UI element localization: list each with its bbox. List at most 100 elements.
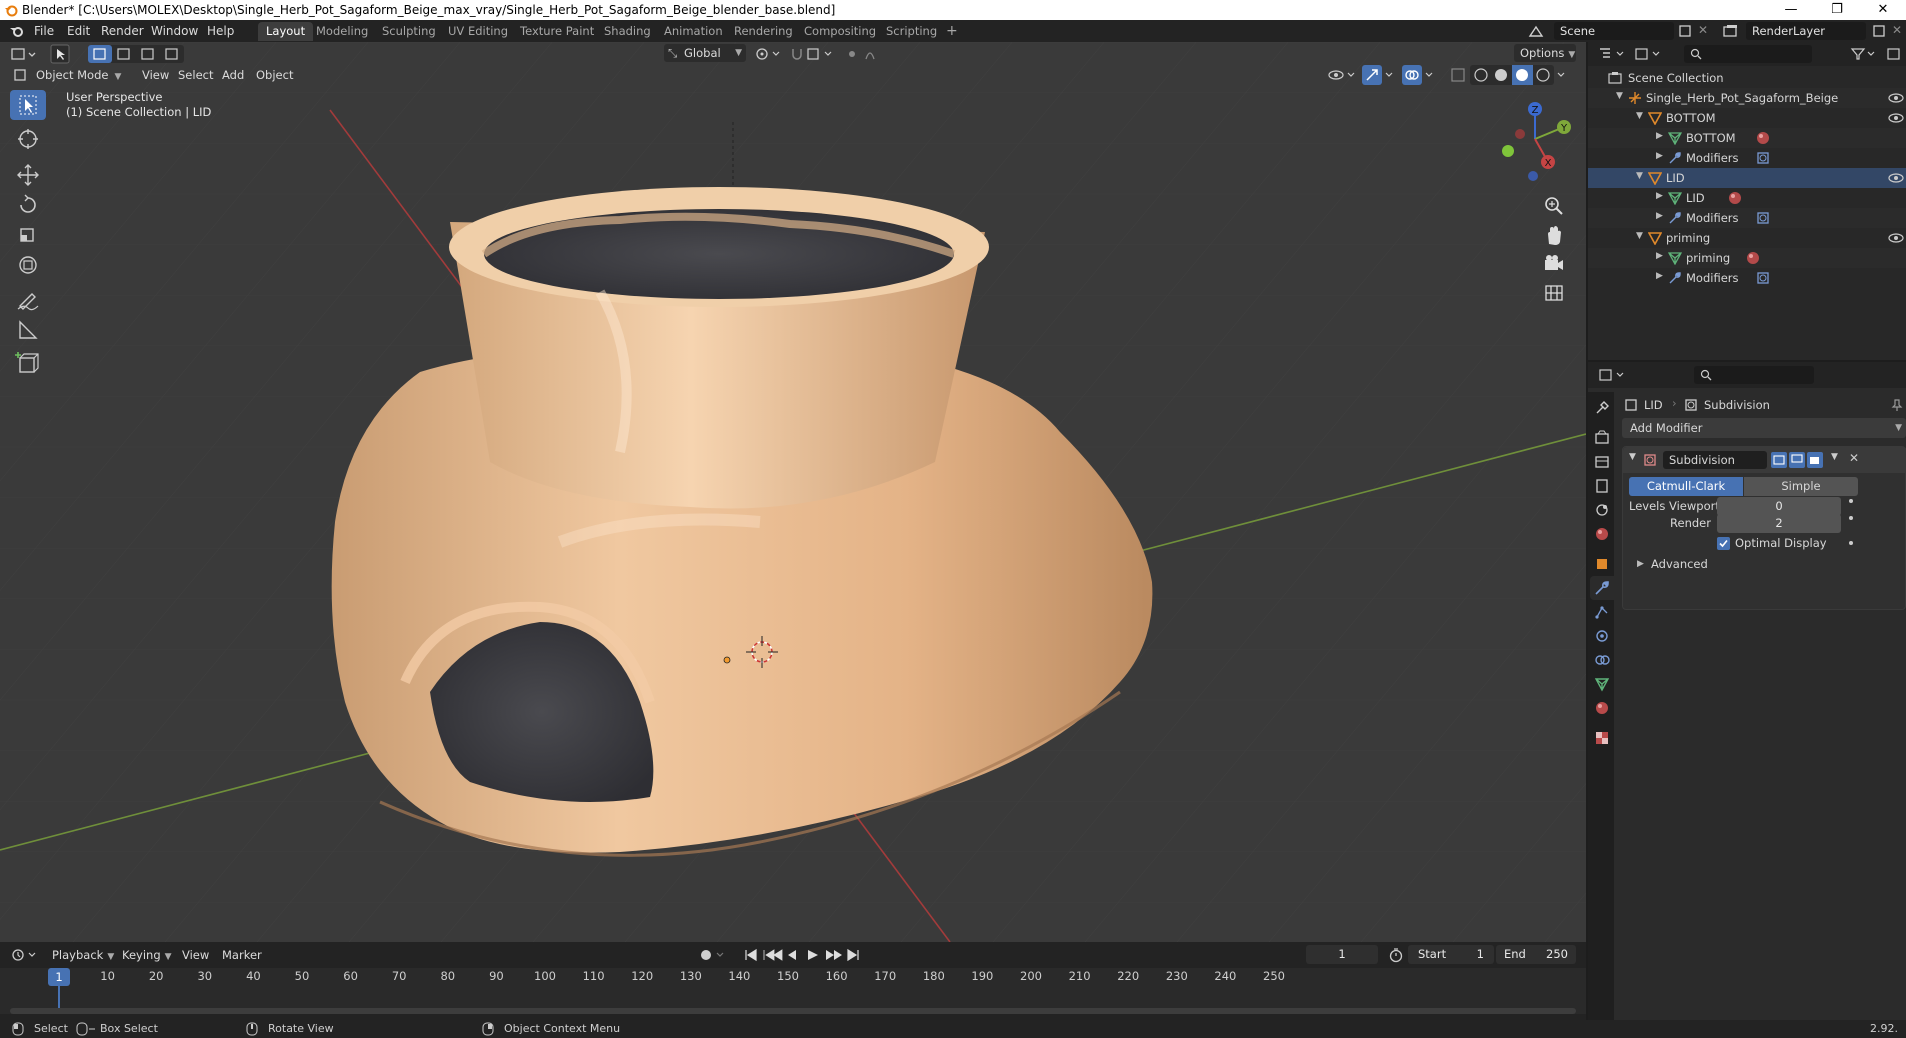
simple-button[interactable]: Simple: [1744, 477, 1858, 496]
outliner-row-lid-modifiers[interactable]: ▶ Modifiers: [1588, 208, 1906, 228]
rotate-tool[interactable]: [10, 190, 46, 220]
add-workspace-button[interactable]: +: [946, 23, 958, 39]
tab-shading[interactable]: Shading: [596, 22, 659, 41]
record-keyframes-icon[interactable]: [698, 947, 726, 963]
outliner-row-priming-modifiers[interactable]: ▶ Modifiers: [1588, 268, 1906, 288]
add-modifier-button[interactable]: Add Modifier ▼: [1622, 418, 1906, 438]
select-box-tool[interactable]: [10, 90, 46, 120]
tab-data[interactable]: [1590, 672, 1614, 696]
outliner-row-lid-object[interactable]: ▼ LID: [1588, 168, 1906, 188]
zoom-view-button[interactable]: [1540, 192, 1568, 220]
new-scene-icon[interactable]: [1678, 24, 1692, 38]
stopwatch-icon[interactable]: [1388, 947, 1404, 963]
outliner-row-bottom-modifiers[interactable]: ▶ Modifiers: [1588, 148, 1906, 168]
tab-constraints[interactable]: [1590, 648, 1614, 672]
object-mode-dropdown[interactable]: Object Mode ▼: [30, 66, 127, 84]
tab-particles[interactable]: [1590, 600, 1614, 624]
modifier-visibility-toggles[interactable]: [1771, 452, 1825, 468]
optimal-display-checkbox[interactable]: [1717, 537, 1730, 550]
modifier-name-field[interactable]: Subdivision: [1663, 451, 1767, 469]
view-menu[interactable]: View: [136, 66, 175, 84]
catmull-clark-button[interactable]: Catmull-Clark: [1629, 477, 1743, 496]
tab-world[interactable]: [1590, 522, 1614, 546]
menu-render[interactable]: Render: [101, 24, 144, 38]
options-dropdown[interactable]: Options ▼: [1514, 44, 1576, 62]
gizmo-toggle-icon[interactable]: [1362, 65, 1398, 85]
transform-orientation-dropdown[interactable]: ⤡ Global ▼: [664, 44, 746, 62]
outliner-editor-type-icon[interactable]: [1598, 46, 1626, 62]
timeline-view-menu[interactable]: View: [182, 946, 209, 964]
timeline-scrollbar[interactable]: [10, 1008, 1576, 1014]
tab-scripting[interactable]: Scripting: [878, 22, 945, 41]
annotate-tool[interactable]: [10, 284, 46, 314]
transform-tool[interactable]: [10, 250, 46, 280]
pivot-point-icon[interactable]: [754, 46, 782, 62]
shading-mode-buttons[interactable]: [1470, 65, 1570, 85]
tab-texture-paint[interactable]: Texture Paint: [512, 22, 602, 41]
menu-help[interactable]: Help: [207, 24, 234, 38]
tab-tool[interactable]: [1590, 396, 1614, 420]
remove-view-layer-icon[interactable]: ✕: [1892, 23, 1902, 37]
blender-menu-icon[interactable]: [9, 24, 24, 38]
tab-physics[interactable]: [1590, 624, 1614, 648]
move-tool[interactable]: [10, 160, 46, 190]
tab-material[interactable]: [1590, 696, 1614, 720]
tab-layout[interactable]: Layout: [258, 22, 314, 41]
tab-sculpting[interactable]: Sculpting: [374, 22, 444, 41]
ortho-toggle-button[interactable]: [1540, 278, 1568, 306]
end-frame-field[interactable]: End 250: [1496, 945, 1576, 964]
playback-menu[interactable]: Playback ▼: [52, 946, 114, 964]
outliner-search-input[interactable]: [1684, 45, 1812, 63]
tab-modifiers[interactable]: [1590, 576, 1614, 600]
properties-search-input[interactable]: [1694, 366, 1814, 384]
new-view-layer-icon[interactable]: [1872, 24, 1886, 38]
tab-uv-editing[interactable]: UV Editing: [440, 22, 516, 41]
remove-modifier-icon[interactable]: ✕: [1849, 451, 1859, 465]
display-mode-icon[interactable]: [1634, 46, 1662, 62]
select-menu[interactable]: Select: [172, 66, 219, 84]
view-layer-icon[interactable]: [1722, 24, 1738, 38]
scale-tool[interactable]: [10, 220, 46, 250]
tab-animation[interactable]: Animation: [656, 22, 731, 41]
cursor-tool[interactable]: [10, 124, 46, 154]
tab-output[interactable]: [1590, 450, 1614, 474]
navigation-gizmo[interactable]: Z Y X: [1490, 94, 1580, 184]
pan-view-button[interactable]: [1540, 222, 1568, 250]
tab-rendering[interactable]: Rendering: [726, 22, 801, 41]
visibility-filter-icon[interactable]: [1326, 66, 1358, 84]
outliner-row-bottom-mesh[interactable]: ▶ BOTTOM: [1588, 128, 1906, 148]
scene-field[interactable]: Scene: [1554, 22, 1674, 40]
outliner-row-priming-mesh[interactable]: ▶ priming: [1588, 248, 1906, 268]
proportional-editing-icon[interactable]: [844, 46, 890, 62]
modifier-dropdown-icon[interactable]: ▼: [1831, 452, 1838, 462]
keying-menu[interactable]: Keying ▼: [122, 946, 172, 964]
outliner-row-lid-mesh[interactable]: ▶ LID: [1588, 188, 1906, 208]
new-collection-icon[interactable]: [1886, 46, 1902, 62]
tab-texture[interactable]: [1590, 726, 1614, 750]
close-button[interactable]: ✕: [1860, 0, 1906, 20]
3d-viewport[interactable]: ⤡ Global ▼ Options▼ Object Mode▼ View: [0, 42, 1586, 942]
tab-compositing[interactable]: Compositing: [796, 22, 884, 41]
measure-tool[interactable]: [10, 314, 46, 344]
collapse-triangle-icon[interactable]: ▼: [1629, 452, 1636, 462]
view-layer-field[interactable]: RenderLayer: [1746, 22, 1866, 40]
tab-scene[interactable]: [1590, 498, 1614, 522]
advanced-disclosure-icon[interactable]: ▶: [1637, 559, 1644, 569]
remove-scene-icon[interactable]: ✕: [1698, 23, 1708, 37]
filter-icon[interactable]: [1850, 46, 1878, 62]
outliner-row-bottom-object[interactable]: ▼ BOTTOM: [1588, 108, 1906, 128]
select-tool-icon[interactable]: [50, 44, 70, 64]
maximize-button[interactable]: ❐: [1814, 0, 1860, 20]
camera-view-button[interactable]: [1540, 250, 1568, 278]
tab-object[interactable]: [1590, 552, 1614, 576]
marker-menu[interactable]: Marker: [222, 946, 262, 964]
tab-view-layer[interactable]: [1590, 474, 1614, 498]
render-levels-field[interactable]: 2: [1717, 514, 1841, 533]
tab-modeling[interactable]: Modeling: [308, 22, 376, 41]
advanced-subpanel-label[interactable]: Advanced: [1651, 557, 1708, 571]
xray-toggle-icon[interactable]: [1450, 66, 1466, 84]
animate-dot[interactable]: [1849, 541, 1853, 545]
menu-edit[interactable]: Edit: [67, 24, 90, 38]
snap-icon[interactable]: [790, 46, 836, 62]
add-cube-tool[interactable]: [10, 348, 46, 378]
